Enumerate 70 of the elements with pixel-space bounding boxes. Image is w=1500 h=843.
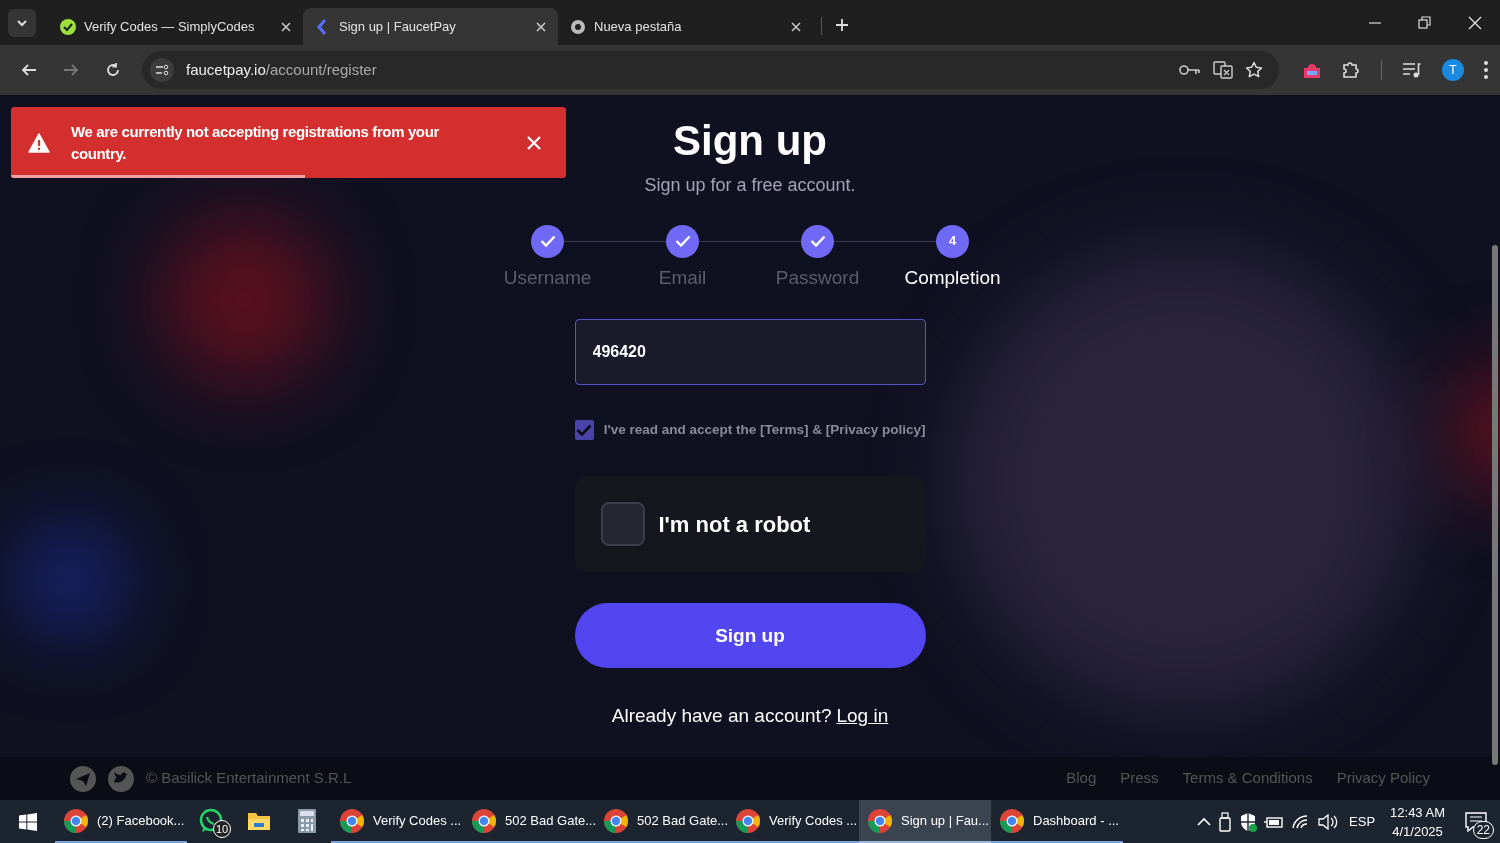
notification-center-button[interactable]: 22 [1456,803,1496,840]
browser-tab[interactable]: Verify Codes — SimplyCodes [48,8,303,45]
usb-drive-icon[interactable] [1218,811,1233,832]
plus-icon [835,18,849,32]
restore-icon[interactable] [1417,14,1433,31]
tab-list-button[interactable] [8,9,36,37]
taskbar-button[interactable]: (2) Facebook... [55,800,187,843]
key-icon[interactable] [1179,63,1201,77]
scrollbar-thumb[interactable] [1492,245,1498,765]
sign-up-button[interactable]: Sign up [574,603,926,669]
tab-title: Nueva pestaña [594,17,683,36]
terms-checkbox[interactable] [574,420,594,441]
count-badge: 10 [213,820,232,838]
puzzle-piece-icon[interactable] [1341,60,1361,80]
captcha-label: I'm not a robot [658,510,811,539]
checkmark-icon [674,235,691,247]
chevron-up-icon[interactable] [1197,816,1212,827]
address-bar[interactable]: faucetpay.io/account/register [142,51,1279,89]
close-icon[interactable] [281,21,291,32]
checkmark-icon [576,424,593,437]
taskbar-button[interactable]: Sign up | Fau... [859,800,991,843]
copyright-text: © Basilick Entertainment S.R.L [146,768,352,789]
step-label: Password [775,265,860,290]
bird-icon[interactable] [108,765,134,792]
clock[interactable]: 12:43 AM 4/1/2025 [1386,802,1449,841]
terms-label: I've read and accept the [Terms] & [Privacy policy] [603,421,926,439]
checkmark-icon [539,235,556,247]
browser-tab[interactable]: Sign up | FaucetPay [303,8,558,45]
close-icon[interactable] [791,21,801,32]
login-prompt: Already have an account? [611,704,832,729]
more-options-icon[interactable] [1484,61,1488,79]
step-label: Email [658,265,707,290]
paper-plane-icon[interactable] [70,765,96,792]
close-icon[interactable] [1467,14,1483,31]
captcha-checkbox[interactable] [600,502,645,547]
site-settings-icon[interactable] [150,58,174,82]
checkmark-icon [809,235,826,247]
login-link[interactable]: Log in [836,702,889,731]
shield-icon[interactable] [1239,811,1258,832]
tab-title: Sign up | FaucetPay [339,17,457,36]
language-indicator[interactable]: ESP [1345,811,1380,832]
count-badge: 22 [1472,820,1494,839]
page-subtitle: Sign up for a free account. [644,173,856,197]
check-badge-icon [60,18,76,35]
taskbar-button[interactable]: 502 Bad Gate... [595,800,727,843]
step-indicator: 4 [936,224,969,258]
tab-title: Verify Codes — SimplyCodes [84,17,256,36]
media-playlist-icon[interactable] [1402,61,1422,79]
taskbar-button[interactable]: Verify Codes ... [331,800,463,843]
chevron-down-icon [16,17,28,29]
star-icon[interactable] [1245,61,1263,79]
page-title: Sign up [673,116,827,166]
close-icon[interactable] [536,21,546,32]
verification-code-field[interactable]: 496420 [574,319,926,385]
taskbar-button[interactable]: 10 [187,800,235,843]
url-text: faucetpay.io/account/register [186,59,378,80]
windows-logo-icon[interactable] [18,812,37,831]
toast-message: We are currently not accepting registrations from your country. [71,121,440,164]
battery-icon[interactable] [1264,814,1285,829]
speaker-icon[interactable] [1318,813,1339,830]
translate-icon[interactable] [1213,60,1233,80]
shop-icon[interactable] [1303,61,1321,79]
taskbar-button[interactable]: Dashboard - ... [991,800,1123,843]
reload-icon[interactable] [104,61,122,79]
taskbar-button[interactable]: 502 Bad Gate... [463,800,595,843]
browser-tab[interactable]: Nueva pestaña [558,8,813,45]
step-label: Completion [904,265,1001,290]
profile-avatar[interactable]: T [1442,59,1464,81]
step-label: Username [503,265,592,290]
warning-icon [28,132,50,153]
